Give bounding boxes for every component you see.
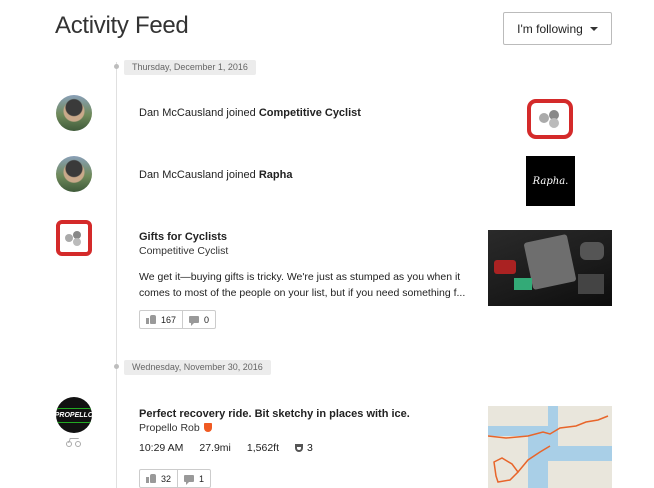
- avatar[interactable]: [56, 156, 92, 192]
- club-logo-icon: [539, 110, 561, 128]
- feed-filter-label: I'm following: [517, 21, 583, 36]
- rapha-logo: Rapha.: [532, 175, 569, 187]
- thumbs-up-icon: [146, 315, 156, 324]
- club-logo-icon: [65, 231, 83, 246]
- activity-athlete: Propello Rob: [139, 422, 212, 434]
- timeline-dot: [114, 64, 119, 69]
- date-label: Thursday, December 1, 2016: [124, 60, 256, 75]
- club-thumbnail[interactable]: [527, 99, 573, 139]
- activity-achievements: 3: [295, 442, 313, 454]
- shield-icon: [203, 423, 212, 432]
- comment-count: 0: [204, 314, 210, 325]
- kudos-comment-bar: 32 1: [139, 469, 212, 488]
- kudos-count: 32: [161, 473, 172, 484]
- kudos-count: 167: [161, 314, 177, 325]
- comment-button[interactable]: 0: [182, 311, 215, 328]
- timeline-dot: [114, 364, 119, 369]
- timeline-line: [116, 62, 117, 488]
- date-label: Wednesday, November 30, 2016: [124, 360, 271, 375]
- kudos-comment-bar: 167 0: [139, 310, 217, 329]
- activity-title[interactable]: Perfect recovery ride. Bit sketchy in pl…: [139, 408, 410, 420]
- caret-down-icon: [589, 26, 598, 31]
- achievement-count: 3: [307, 442, 313, 454]
- post-club[interactable]: Competitive Cyclist: [139, 245, 228, 257]
- avatar-logo-text: PROPELLO: [56, 407, 92, 423]
- post-title[interactable]: Gifts for Cyclists: [139, 231, 227, 243]
- club-link[interactable]: Competitive Cyclist: [259, 107, 361, 119]
- club-avatar[interactable]: [56, 220, 92, 256]
- join-verb: joined: [223, 107, 259, 119]
- comment-icon: [189, 316, 200, 326]
- kudos-button[interactable]: 167: [140, 311, 182, 328]
- post-image[interactable]: [488, 230, 612, 306]
- comment-button[interactable]: 1: [177, 470, 210, 487]
- route-line: [488, 415, 609, 483]
- join-entry-text: Dan McCausland joined Competitive Cyclis…: [139, 107, 361, 119]
- activity-time: 10:29 AM: [139, 442, 184, 454]
- avatar[interactable]: [56, 95, 92, 131]
- athlete-link[interactable]: Propello Rob: [139, 422, 200, 434]
- activity-elevation: 1,562ft: [246, 442, 280, 454]
- club-thumbnail[interactable]: Rapha.: [526, 156, 575, 206]
- thumbs-up-icon: [146, 474, 156, 483]
- athlete-link[interactable]: Dan McCausland: [139, 169, 223, 181]
- comment-icon: [184, 475, 195, 485]
- feed-filter-dropdown[interactable]: I'm following: [503, 12, 612, 45]
- kudos-button[interactable]: 32: [140, 470, 177, 487]
- trophy-icon: [295, 444, 304, 452]
- athlete-link[interactable]: Dan McCausland: [139, 107, 223, 119]
- page-title: Activity Feed: [55, 12, 189, 39]
- avatar[interactable]: PROPELLO: [56, 397, 92, 433]
- club-link[interactable]: Rapha: [259, 169, 293, 181]
- join-verb: joined: [223, 169, 259, 181]
- bike-icon: [66, 438, 82, 447]
- post-body: We get it—buying gifts is tricky. We're …: [139, 271, 466, 299]
- activity-distance: 27.9mi: [199, 442, 231, 454]
- activity-stats: 10:29 AM 27.9mi 1,562ft 3: [139, 442, 313, 454]
- comment-count: 1: [199, 473, 205, 484]
- join-entry-text: Dan McCausland joined Rapha: [139, 169, 292, 181]
- activity-map[interactable]: [488, 406, 612, 488]
